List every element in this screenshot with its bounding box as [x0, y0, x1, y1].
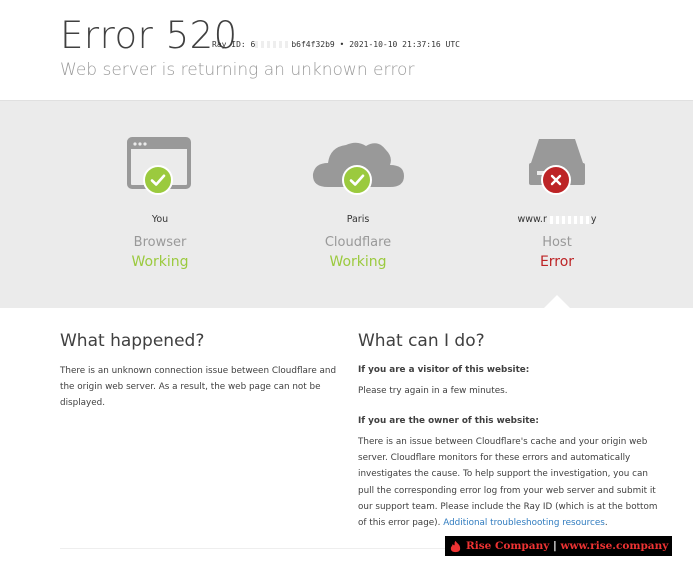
text-fragment: . — [604, 518, 608, 529]
host-location-suffix: y — [590, 214, 597, 225]
redaction-mask — [255, 41, 292, 48]
error-code-title: Error 520 — [60, 14, 238, 57]
watermark-name: Rise Company — [466, 540, 550, 552]
ray-id-prefix: Ray ID: 6 — [212, 40, 256, 49]
text-line: There is an unknown connection issue bet… — [60, 366, 337, 376]
troubleshooting-link[interactable]: Additional troubleshooting resources — [443, 518, 605, 528]
watermark-url: www.rise.company — [560, 540, 669, 552]
browser-state: Working — [131, 254, 189, 270]
error-header: Error 520 Ray ID: 6 b6f4f32b9 • 2021-10-1… — [0, 0, 693, 100]
text-line: the origin web server. As a result, the … — [60, 382, 321, 393]
status-band: You Browser Working Paris Cloudflare Wor… — [0, 100, 693, 309]
cloud-icon — [310, 135, 406, 199]
ray-id-line: Ray ID: 6 b6f4f32b9 • 2021-10-10 21:37:16… — [212, 40, 460, 49]
cloudflare-state: Working — [329, 254, 387, 270]
watermark-badge: Rise Company | www.rise.company — [445, 536, 672, 556]
what-happened-text: There is an unknown connection issue bet… — [60, 363, 350, 412]
check-icon — [342, 165, 372, 195]
x-icon — [541, 165, 571, 195]
ray-separator: • — [339, 40, 345, 49]
visitor-heading: If you are a visitor of this website: — [358, 365, 530, 375]
text-line: displayed. — [60, 398, 106, 409]
browser-window-icon — [127, 135, 193, 199]
text-line: There is an issue between Cloudflare's c… — [358, 437, 648, 447]
redaction-mask — [546, 215, 591, 224]
visitor-text: Please try again in a few minutes. — [358, 386, 508, 396]
text-line: pull the corresponding error log from yo… — [358, 485, 656, 496]
host-state: Error — [539, 254, 575, 270]
cloudflare-location: Paris — [346, 214, 370, 225]
text-fragment: of this error page). — [358, 518, 441, 529]
check-icon — [143, 165, 173, 195]
owner-text: There is an issue between Cloudflare's c… — [358, 434, 668, 531]
text-line: our support team. Please include the Ray… — [358, 501, 658, 512]
what-can-i-do-heading: What can I do? — [358, 331, 485, 351]
error-subtitle: Web server is returning an unknown error — [60, 60, 415, 80]
host-location: www.r y — [457, 214, 657, 225]
text-line: investigates the cause. To help support … — [358, 469, 648, 480]
host-location-prefix: www.r — [517, 214, 547, 225]
host-pointer-arrow — [544, 295, 570, 308]
ray-timestamp: 2021-10-10 21:37:16 UTC — [349, 40, 460, 49]
server-icon — [527, 135, 587, 199]
watermark-separator: | — [552, 540, 557, 552]
ray-id-suffix: b6f4f32b9 — [291, 40, 335, 49]
cloudflare-label: Cloudflare — [324, 235, 392, 250]
owner-heading: If you are the owner of this website: — [358, 416, 539, 426]
text-line: server. Cloudflare monitors for these er… — [358, 453, 631, 464]
text-line: of this error page). Additional troubles… — [358, 515, 668, 531]
what-happened-heading: What happened? — [60, 331, 205, 351]
host-label: Host — [542, 235, 572, 250]
browser-location: You — [151, 214, 169, 225]
flame-logo-icon — [450, 540, 461, 552]
browser-label: Browser — [133, 235, 187, 250]
